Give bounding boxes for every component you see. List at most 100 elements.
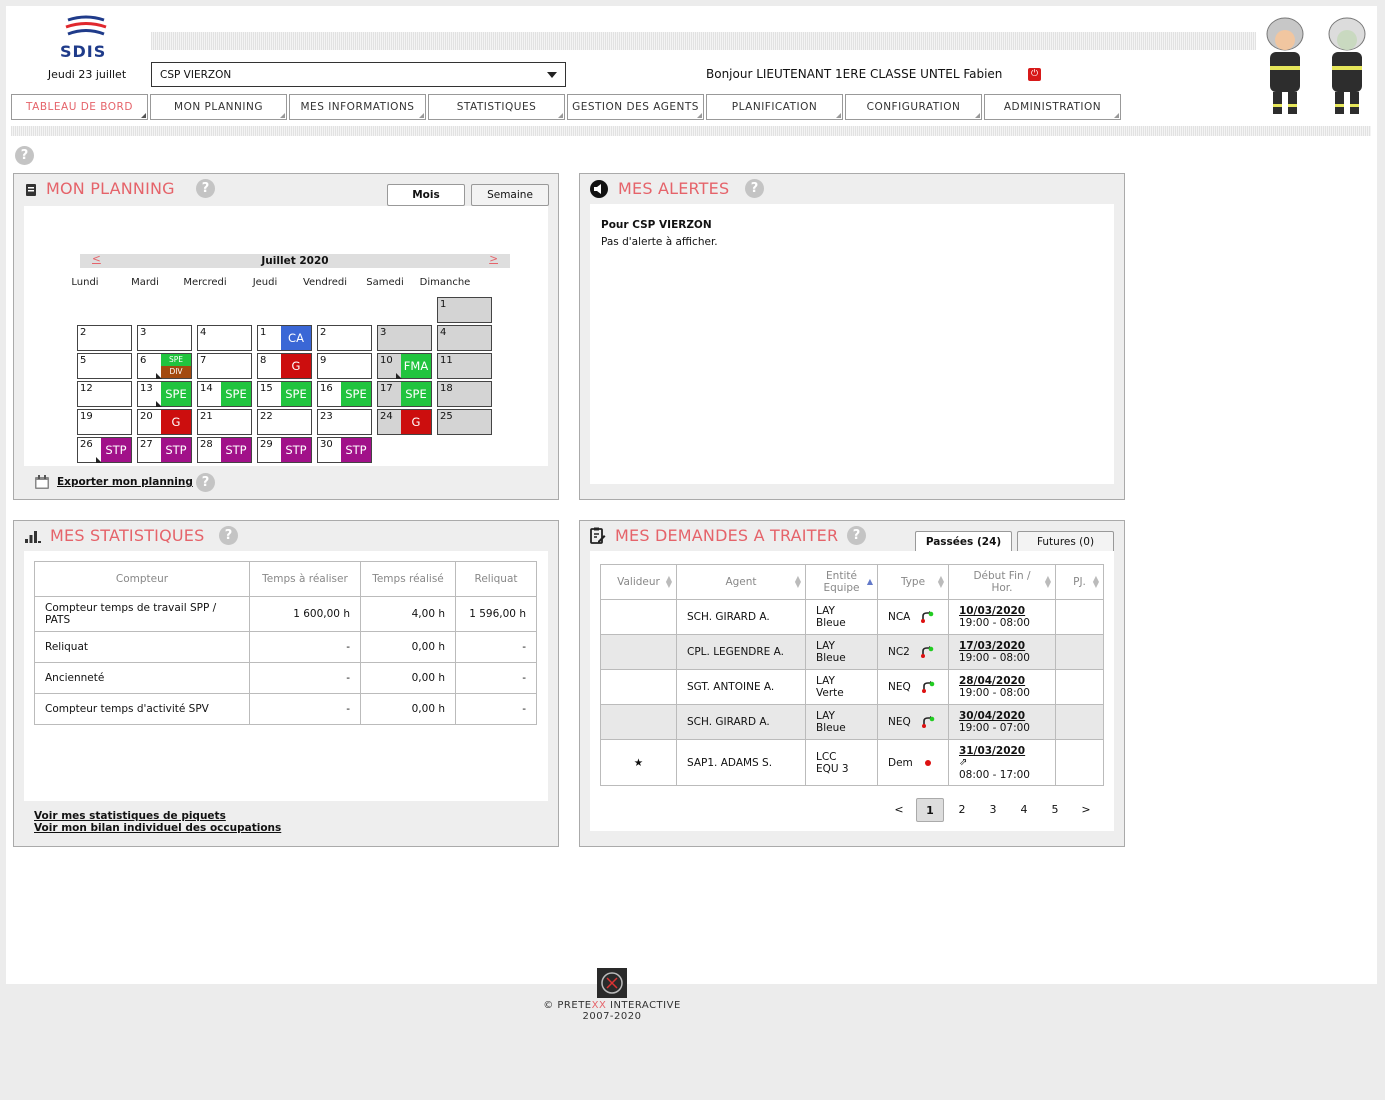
calendar-day-cell[interactable]: 30 STP — [317, 437, 372, 463]
calendar-day-cell[interactable]: 3 — [137, 325, 192, 351]
nav-tab-mon-planning[interactable]: MON PLANNING — [150, 94, 287, 120]
request-date-link[interactable]: 28/04/2020 — [959, 675, 1045, 687]
calendar-day-cell[interactable]: 29 STP — [257, 437, 312, 463]
request-date-link[interactable]: 17/03/2020 — [959, 640, 1045, 652]
calendar-day-cell[interactable]: 10 FMA — [377, 353, 432, 379]
alerts-help-icon[interactable]: ? — [745, 179, 764, 198]
shift-badge[interactable]: SPE — [221, 382, 251, 406]
calendar-day-cell[interactable]: 5 — [77, 353, 132, 379]
page-help-icon[interactable]: ? — [15, 146, 34, 165]
calendar-day-cell[interactable]: 11 — [437, 353, 492, 379]
center-select[interactable]: CSP VIERZON — [151, 62, 566, 87]
calendar-day-cell[interactable]: 8G — [257, 353, 312, 379]
calendar-day-cell[interactable]: 22 — [257, 409, 312, 435]
calendar-day-cell[interactable]: 26 STP — [77, 437, 132, 463]
col-type[interactable]: Type ▲ ▼ — [877, 564, 949, 600]
stats-bilan-link[interactable]: Voir mon bilan individuel des occupation… — [34, 822, 281, 834]
export-planning-link[interactable]: Exporter mon planning — [57, 476, 193, 488]
shift-badge-split[interactable]: SPE DIV — [161, 354, 191, 378]
page-button[interactable]: 4 — [1010, 798, 1038, 822]
shift-badge[interactable]: STP — [221, 438, 251, 462]
shift-badge[interactable]: SPE — [341, 382, 371, 406]
page-button[interactable]: 2 — [948, 798, 976, 822]
col-pj[interactable]: PJ. ▲ ▼ — [1055, 564, 1104, 600]
export-help-icon[interactable]: ? — [196, 473, 215, 492]
calendar-day-cell[interactable]: 12 — [77, 381, 132, 407]
calendar-day-cell[interactable]: 7 — [197, 353, 252, 379]
calendar-day-cell[interactable]: 2 — [77, 325, 132, 351]
request-date-link[interactable]: 31/03/2020 — [959, 745, 1045, 757]
planning-help-icon[interactable]: ? — [196, 179, 215, 198]
request-row[interactable]: SGT. ANTOINE A. LAY Verte NEQ 28/04/2020 19:0… — [600, 669, 1104, 705]
shift-badge[interactable]: STP — [281, 438, 311, 462]
request-row[interactable]: SCH. GIRARD A. LAY Bleue NCA 10/03/2020 19:00… — [600, 599, 1104, 635]
calendar-day-cell[interactable]: 19 — [77, 409, 132, 435]
nav-tab-gestion-des-agents[interactable]: GESTION DES AGENTS — [567, 94, 704, 120]
prev-month-link[interactable]: < — [92, 252, 101, 266]
calendar-day-cell[interactable]: 25 — [437, 409, 492, 435]
shift-badge[interactable]: SPE — [401, 382, 431, 406]
calendar-day-cell[interactable]: 9 — [317, 353, 372, 379]
calendar-day-cell[interactable]: 4 — [437, 325, 492, 351]
page-button[interactable]: 3 — [979, 798, 1007, 822]
requests-help-icon[interactable]: ? — [847, 526, 866, 545]
col-entite[interactable]: Entité Equipe ▲ — [805, 564, 878, 600]
calendar-day-cell[interactable]: 16 SPE — [317, 381, 372, 407]
calendar-day-cell[interactable]: 4 — [197, 325, 252, 351]
shift-badge[interactable]: G — [281, 354, 311, 378]
next-page-button[interactable]: > — [1072, 798, 1100, 822]
calendar-day-cell[interactable]: 28 STP — [197, 437, 252, 463]
request-row[interactable]: CPL. LEGENDRE A. LAY Bleue NC2 17/03/2020 19:… — [600, 634, 1104, 670]
col-valideur[interactable]: Valideur ▲ ▼ — [600, 564, 677, 600]
shift-badge[interactable]: STP — [101, 438, 131, 462]
shift-badge[interactable]: STP — [341, 438, 371, 462]
stats-piquets-link[interactable]: Voir mes statistiques de piquets — [34, 810, 226, 822]
shift-badge[interactable]: STP — [161, 438, 191, 462]
calendar-day-cell[interactable]: 2 — [317, 325, 372, 351]
calendar-day-cell[interactable]: 13 SPE — [137, 381, 192, 407]
shift-badge[interactable]: SPE — [161, 382, 191, 406]
prev-page-button[interactable]: < — [885, 798, 913, 822]
calendar-day-cell[interactable]: 1 — [437, 297, 492, 323]
next-month-link[interactable]: > — [489, 252, 498, 266]
request-date-link[interactable]: 10/03/2020 — [959, 605, 1045, 617]
shift-badge[interactable]: G — [161, 410, 191, 434]
calendar-day-cell[interactable]: 24 G — [377, 409, 432, 435]
logout-icon[interactable]: ⏻ — [1028, 68, 1041, 81]
calendar-day-cell[interactable]: 14 SPE — [197, 381, 252, 407]
calendar-day-cell[interactable]: 17 SPE — [377, 381, 432, 407]
calendar-day-cell[interactable]: 6 SPE DIV — [137, 353, 192, 379]
calendar-day-cell[interactable]: 18 — [437, 381, 492, 407]
nav-tab-mes-informations[interactable]: MES INFORMATIONS — [289, 94, 426, 120]
shift-badge[interactable]: FMA — [401, 354, 431, 378]
page-button[interactable]: 5 — [1041, 798, 1069, 822]
shift-badge[interactable]: SPE — [281, 382, 311, 406]
stats-help-icon[interactable]: ? — [219, 526, 238, 545]
shift-badge[interactable]: CA — [281, 326, 311, 350]
tab-futures[interactable]: Futures (0) — [1017, 531, 1114, 553]
col-debut[interactable]: Début Fin / Hor. ▲ ▼ — [948, 564, 1056, 600]
nav-tab-planification[interactable]: PLANIFICATION — [706, 94, 843, 120]
nav-tab-tableau-de-bord[interactable]: TABLEAU DE BORD — [11, 94, 148, 120]
request-row[interactable]: ★ SAP1. ADAMS S. LCC EQU 3 Dem 31/03/2020 ⇗ 08:… — [600, 739, 1104, 786]
calendar-day-cell[interactable]: 3 — [377, 325, 432, 351]
view-week-button[interactable]: Semaine — [471, 184, 549, 206]
external-link-icon[interactable]: ⇗ — [959, 757, 1045, 769]
calendar-day-cell[interactable]: 27 STP — [137, 437, 192, 463]
shift-badge[interactable]: G — [401, 410, 431, 434]
tab-passees[interactable]: Passées (24) — [915, 531, 1012, 553]
sdis-logo[interactable]: SDIS — [56, 14, 116, 66]
calendar-day-cell[interactable]: 1 CA — [257, 325, 312, 351]
view-month-button[interactable]: Mois — [387, 184, 465, 206]
calendar-day-cell[interactable]: 15 SPE — [257, 381, 312, 407]
nav-tab-statistiques[interactable]: STATISTIQUES — [428, 94, 565, 120]
request-row[interactable]: SCH. GIRARD A. LAY Bleue NEQ 30/04/2020 19:00… — [600, 704, 1104, 740]
col-agent[interactable]: Agent ▲ ▼ — [676, 564, 806, 600]
page-button[interactable]: 1 — [916, 798, 944, 822]
calendar-day-cell[interactable]: 21 — [197, 409, 252, 435]
request-date-link[interactable]: 30/04/2020 — [959, 710, 1045, 722]
nav-tab-administration[interactable]: ADMINISTRATION — [984, 94, 1121, 120]
calendar-day-cell[interactable]: 23 — [317, 409, 372, 435]
calendar-day-cell[interactable]: 20 G — [137, 409, 192, 435]
nav-tab-configuration[interactable]: CONFIGURATION — [845, 94, 982, 120]
